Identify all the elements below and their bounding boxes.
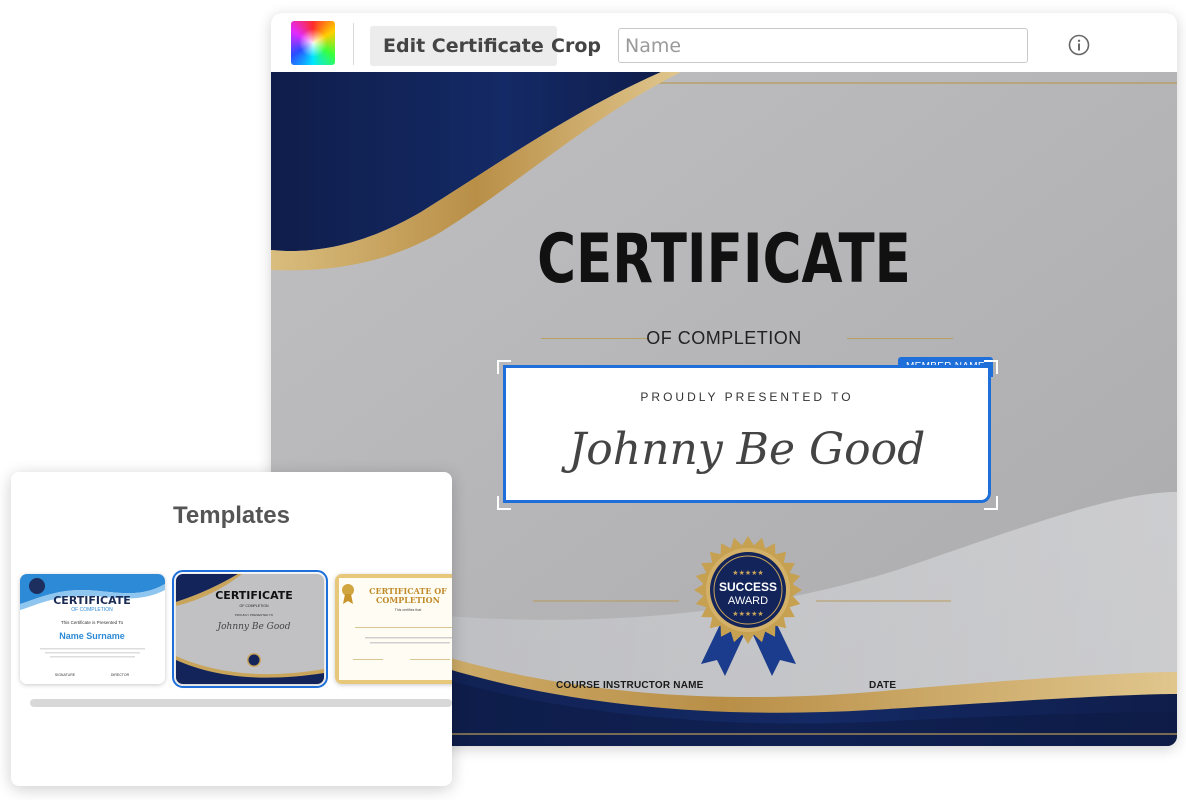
templates-panel: Templates CERTIFICATE OF COMPLETION This… (11, 472, 452, 786)
template-2-subtitle: OF COMPLETION (240, 604, 269, 608)
template-2-preview: CERTIFICATE OF COMPLETION PROUDLY PRESEN… (176, 574, 324, 684)
templates-title: Templates (173, 502, 290, 529)
certificate-title[interactable]: CERTIFICATE (371, 220, 1078, 299)
template-1-name: Name Surname (59, 631, 125, 641)
template-1-sign1: SIGNATURE (55, 673, 76, 677)
template-1-preview: CERTIFICATE OF COMPLETION This Certifica… (20, 574, 165, 684)
template-1-presented: This Certificate is Presented To (61, 620, 124, 625)
info-icon[interactable] (1068, 34, 1090, 56)
editor-toolbar: Edit Certificate Crop (271, 13, 1177, 73)
recipient-name[interactable]: Johnny Be Good (503, 424, 991, 475)
toolbar-divider (353, 23, 354, 65)
certificate-subtitle[interactable]: OF COMPLETION (271, 328, 1177, 349)
color-palette-button[interactable] (291, 21, 335, 65)
crop-handle-br[interactable] (984, 496, 998, 510)
template-3-preview: CERTIFICATE OF COMPLETION This certifies… (335, 574, 452, 684)
date-label[interactable]: DATE (869, 680, 896, 691)
template-2-title: CERTIFICATE (215, 589, 293, 602)
template-1-sign2: DIRECTOR (111, 673, 130, 677)
subtitle-line-right (847, 338, 953, 339)
presented-to-label: PROUDLY PRESENTED TO (640, 390, 854, 404)
template-3-presented: This certifies that (395, 608, 421, 612)
templates-scrollbar[interactable] (30, 699, 452, 707)
crop-handle-bl[interactable] (497, 496, 511, 510)
crop-handle-tl[interactable] (497, 360, 511, 374)
tab-crop[interactable]: Crop (551, 26, 601, 66)
course-instructor-label[interactable]: COURSE INSTRUCTOR NAME (556, 680, 704, 691)
template-thumbnail-1[interactable]: CERTIFICATE OF COMPLETION This Certifica… (20, 574, 165, 684)
template-2-presented: PROUDLY PRESENTED TO (235, 613, 274, 617)
template-3-title2: COMPLETION (376, 595, 440, 605)
tab-edit-certificate[interactable]: Edit Certificate (370, 26, 557, 66)
template-2-name: Johnny Be Good (216, 622, 291, 632)
template-thumbnail-2[interactable]: CERTIFICATE OF COMPLETION PROUDLY PRESEN… (172, 570, 328, 688)
crop-handle-tr[interactable] (984, 360, 998, 374)
name-input[interactable] (618, 28, 1028, 63)
template-1-subtitle: OF COMPLETION (71, 607, 113, 613)
template-1-title: CERTIFICATE (53, 594, 131, 607)
template-thumbnail-3[interactable]: CERTIFICATE OF COMPLETION This certifies… (335, 574, 452, 684)
